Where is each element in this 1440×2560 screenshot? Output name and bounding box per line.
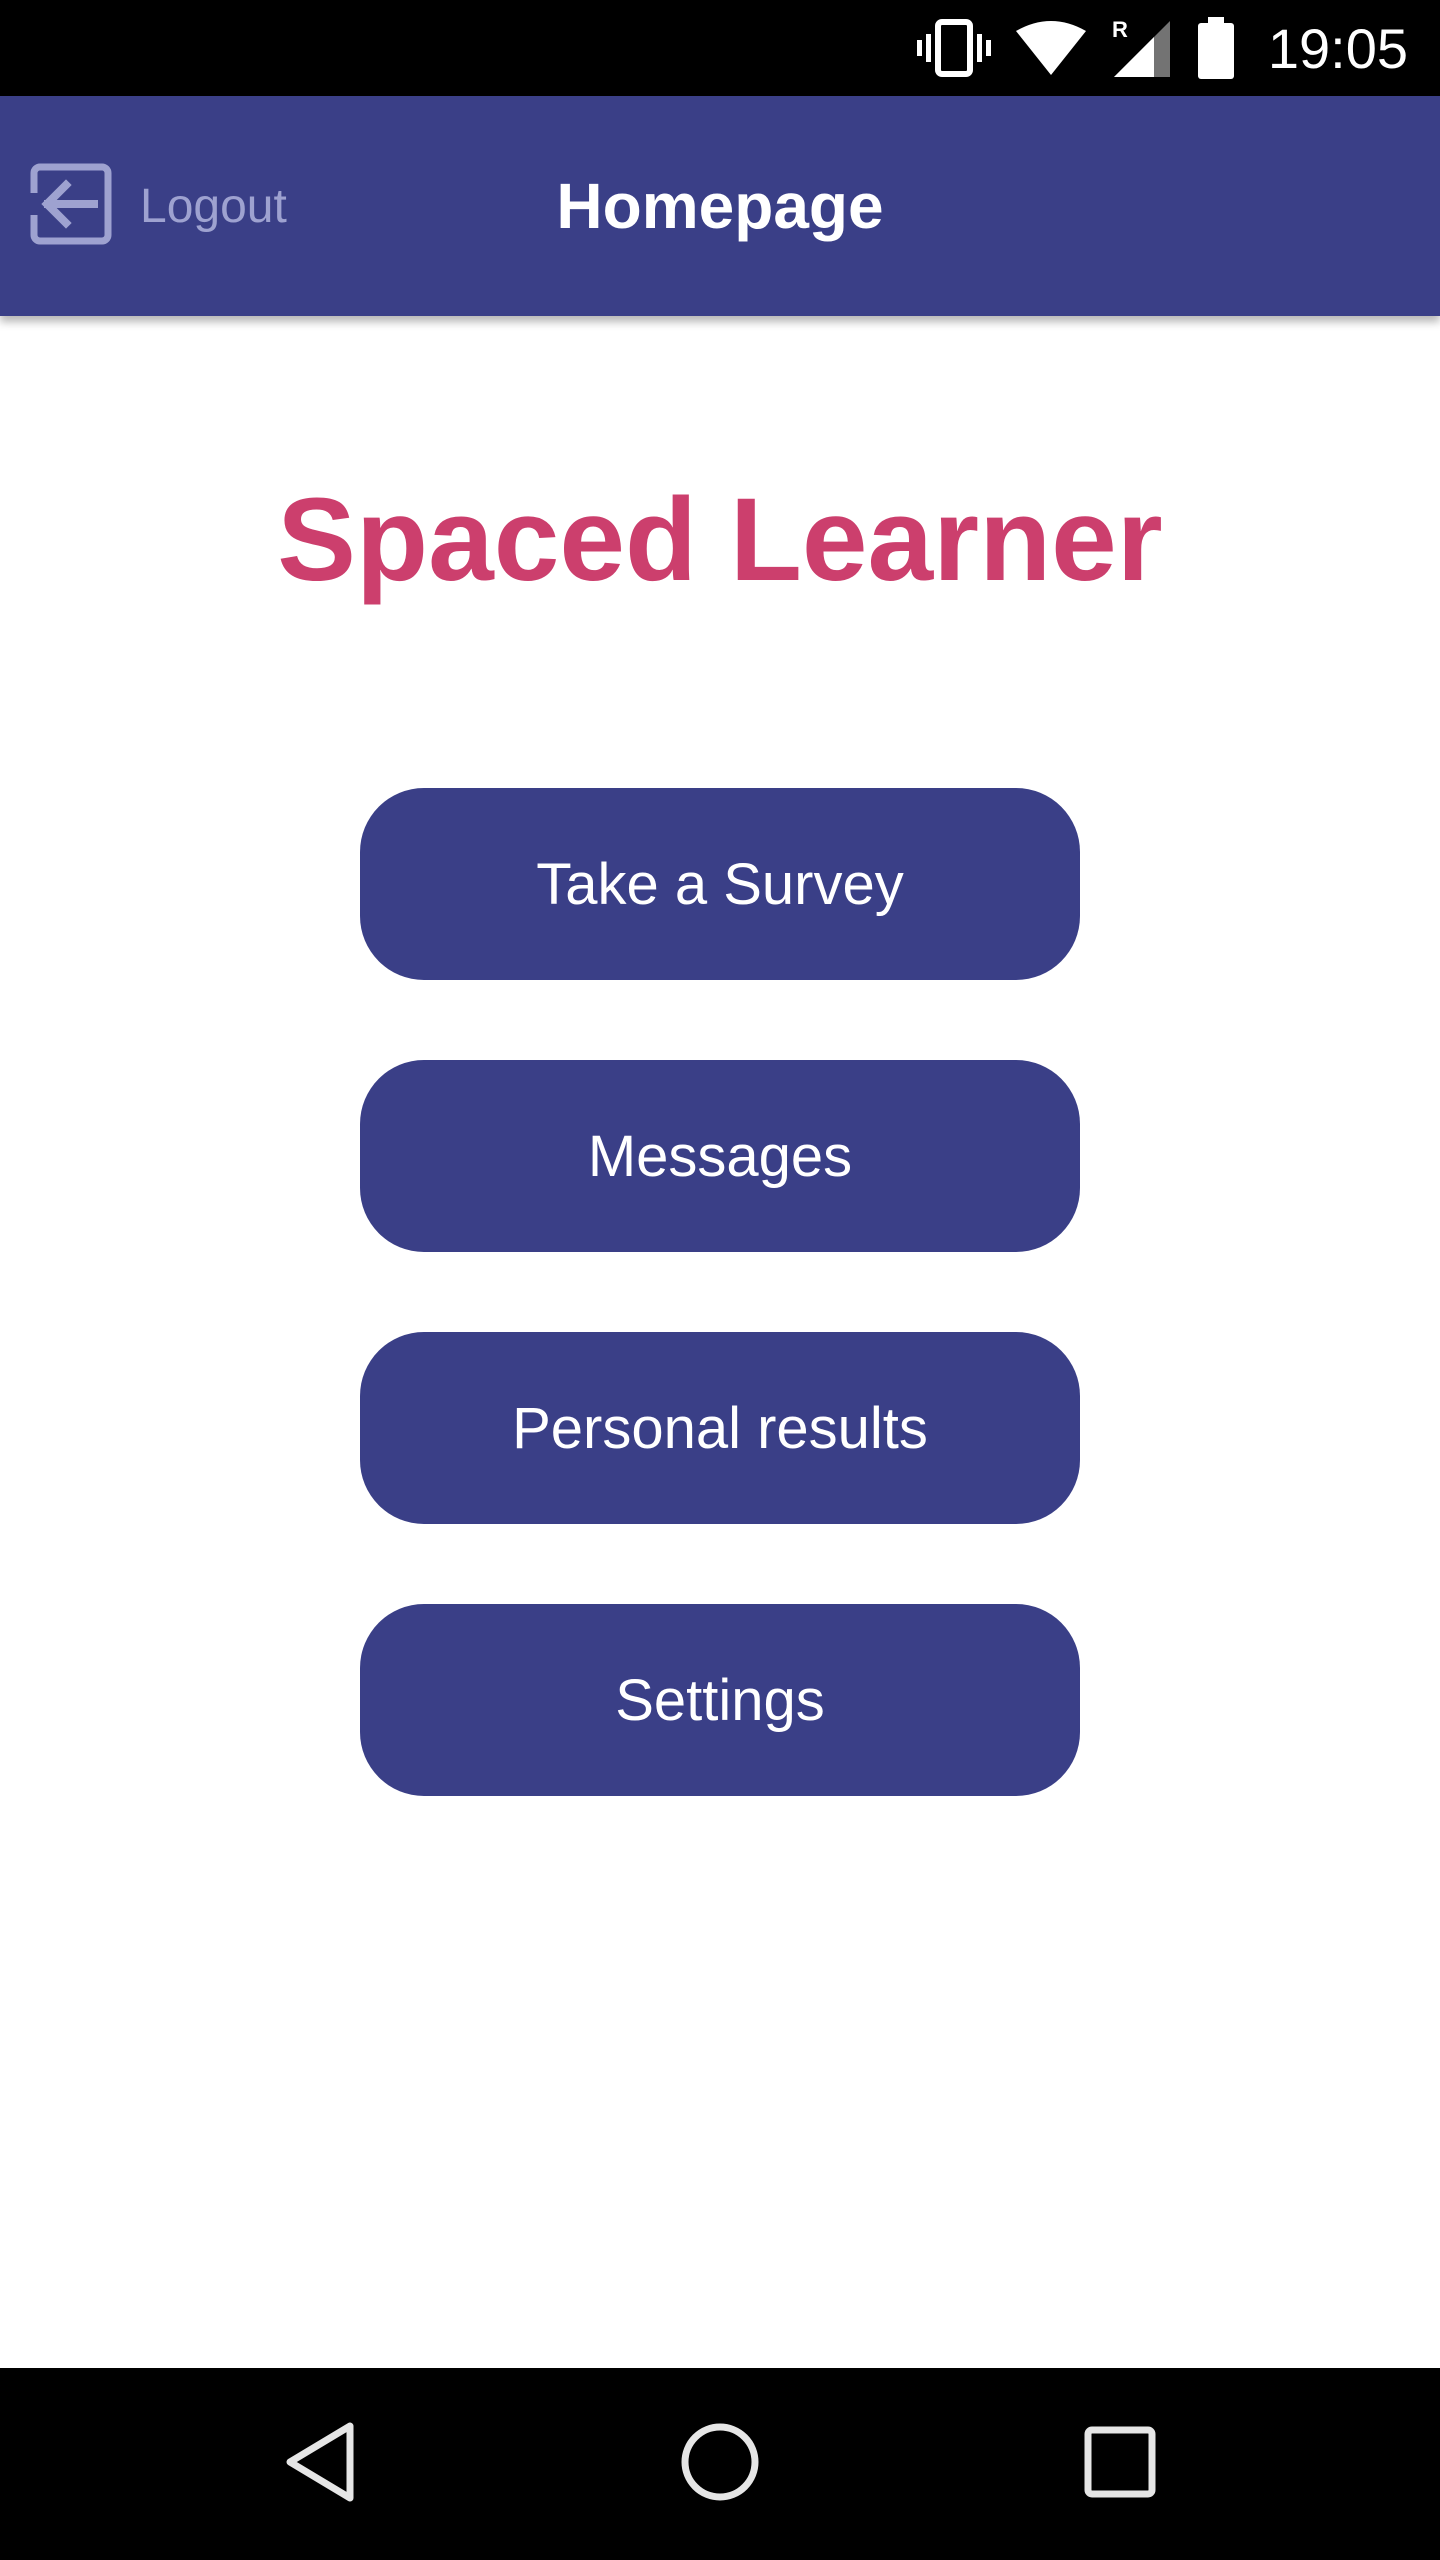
- home-button[interactable]: [670, 2414, 770, 2514]
- status-icons: R 19:05: [916, 0, 1408, 96]
- take-survey-button[interactable]: Take a Survey: [360, 788, 1080, 980]
- vibrate-icon: [916, 18, 992, 78]
- status-time: 19:05: [1267, 16, 1408, 80]
- battery-icon: [1196, 17, 1236, 79]
- app-brand-title: Spaced Learner: [277, 474, 1163, 606]
- back-button[interactable]: [270, 2414, 370, 2514]
- home-circle-icon: [678, 2420, 762, 2509]
- system-nav-bar: [0, 2368, 1440, 2560]
- logout-arrow-icon: [30, 163, 112, 250]
- personal-results-button[interactable]: Personal results: [360, 1332, 1080, 1524]
- cell-signal-roaming-icon: R: [1110, 17, 1174, 79]
- roaming-indicator: R: [1112, 17, 1128, 42]
- back-triangle-icon: [282, 2420, 358, 2509]
- settings-button[interactable]: Settings: [360, 1604, 1080, 1796]
- logout-label: Logout: [140, 179, 287, 233]
- recents-square-icon: [1083, 2425, 1157, 2504]
- app-bar: Logout Homepage: [0, 96, 1440, 316]
- logout-button[interactable]: Logout: [30, 156, 287, 256]
- recents-button[interactable]: [1070, 2414, 1170, 2514]
- status-bar: R 19:05: [0, 0, 1440, 96]
- messages-button[interactable]: Messages: [360, 1060, 1080, 1252]
- wifi-icon: [1014, 19, 1088, 77]
